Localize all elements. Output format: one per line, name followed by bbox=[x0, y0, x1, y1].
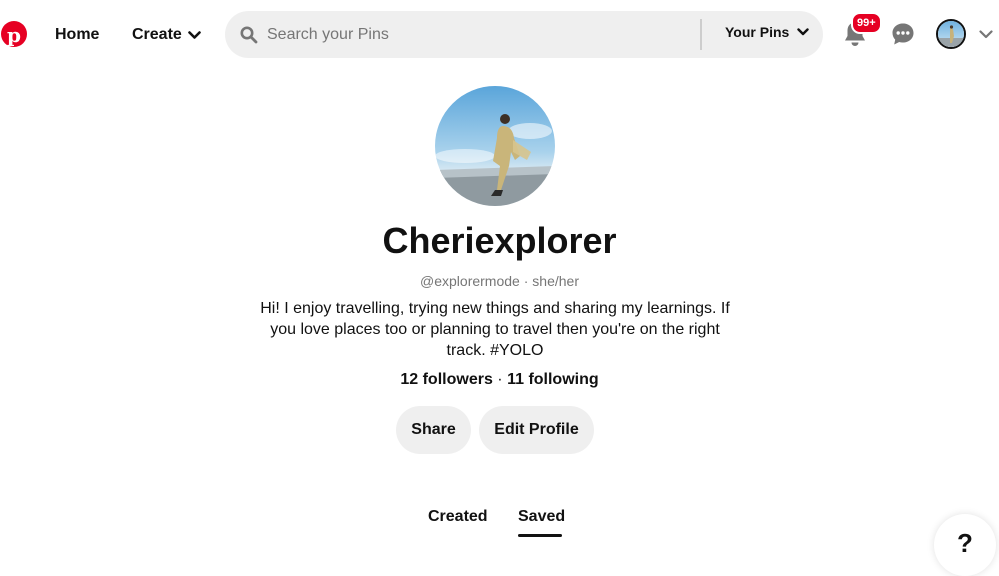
search-bar: Your Pins bbox=[225, 11, 823, 58]
search-divider bbox=[700, 19, 702, 50]
edit-profile-button[interactable]: Edit Profile bbox=[479, 406, 594, 454]
active-tab-indicator bbox=[518, 534, 562, 537]
profile-handle-row: @explorermode · she/her bbox=[0, 272, 999, 290]
search-icon bbox=[240, 26, 258, 44]
profile-display-name: Cheriexplorer bbox=[382, 220, 617, 261]
svg-text:p: p bbox=[7, 23, 21, 47]
profile-handle: @explorermode bbox=[420, 273, 520, 289]
help-button[interactable]: ? bbox=[934, 514, 996, 576]
search-scope-dropdown[interactable]: Your Pins bbox=[725, 24, 810, 40]
top-navigation-bar: p Home Create Your Pins 99+ bbox=[0, 0, 999, 70]
following-count[interactable]: 11 following bbox=[507, 371, 599, 388]
share-button[interactable]: Share bbox=[396, 406, 471, 454]
create-label: Create bbox=[132, 26, 182, 43]
account-avatar[interactable] bbox=[936, 19, 966, 49]
profile-bio: Hi! I enjoy travelling, trying new thing… bbox=[260, 300, 730, 359]
chevron-down-icon bbox=[797, 28, 810, 36]
profile-pronouns: she/her bbox=[532, 273, 579, 289]
stats-separator: · bbox=[497, 371, 503, 388]
tab-created[interactable]: Created bbox=[428, 506, 488, 528]
chat-icon[interactable] bbox=[891, 22, 915, 46]
account-menu-chevron-icon[interactable] bbox=[978, 27, 994, 41]
followers-count[interactable]: 12 followers bbox=[400, 371, 492, 388]
notification-count-badge: 99+ bbox=[851, 12, 882, 34]
profile-avatar bbox=[435, 86, 555, 206]
search-input[interactable] bbox=[265, 19, 695, 50]
create-menu-button[interactable]: Create bbox=[132, 24, 201, 46]
home-link[interactable]: Home bbox=[55, 24, 99, 46]
tab-saved[interactable]: Saved bbox=[518, 506, 565, 528]
follow-stats: 12 followers · 11 following bbox=[0, 369, 999, 391]
chevron-down-icon bbox=[188, 30, 201, 39]
handle-separator: · bbox=[523, 273, 529, 289]
search-scope-label: Your Pins bbox=[725, 24, 790, 40]
pinterest-logo-icon[interactable]: p bbox=[1, 21, 27, 47]
